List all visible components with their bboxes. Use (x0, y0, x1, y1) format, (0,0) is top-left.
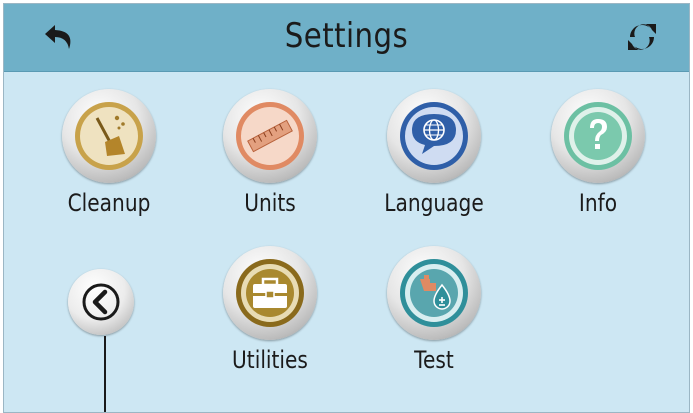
header-bar: Settings (4, 4, 689, 72)
page-title: Settings (284, 16, 409, 56)
utilities-tile[interactable]: Utilities (200, 246, 340, 391)
water-test-icon (400, 259, 468, 327)
info-button[interactable] (551, 89, 645, 183)
info-label: Info (578, 189, 618, 217)
units-tile[interactable]: Units (200, 89, 340, 229)
ruler-icon (236, 102, 304, 170)
question-mark-icon (564, 102, 632, 170)
units-button[interactable] (223, 89, 317, 183)
globe-speech-icon (400, 102, 468, 170)
language-tile[interactable]: Language (364, 89, 504, 229)
cleanup-tile[interactable]: Cleanup (39, 89, 179, 229)
broom-icon (75, 102, 143, 170)
test-label: Test (414, 346, 454, 374)
units-label: Units (244, 189, 296, 217)
refresh-icon (628, 24, 656, 50)
utilities-label: Utilities (232, 346, 308, 374)
info-tile[interactable]: Info (528, 89, 668, 229)
settings-screen: Settings Cleanup Units Language Info Uti… (3, 3, 690, 413)
chevron-left-icon (82, 283, 120, 321)
language-label: Language (384, 189, 484, 217)
previous-page-button[interactable] (68, 269, 134, 335)
utilities-button[interactable] (223, 246, 317, 340)
cleanup-button[interactable] (62, 89, 156, 183)
language-button[interactable] (387, 89, 481, 183)
callout-line (104, 336, 106, 412)
test-button[interactable] (387, 246, 481, 340)
refresh-button[interactable] (622, 17, 662, 57)
test-tile[interactable]: Test (364, 246, 504, 391)
cleanup-label: Cleanup (67, 189, 151, 217)
toolbox-icon (236, 259, 304, 327)
